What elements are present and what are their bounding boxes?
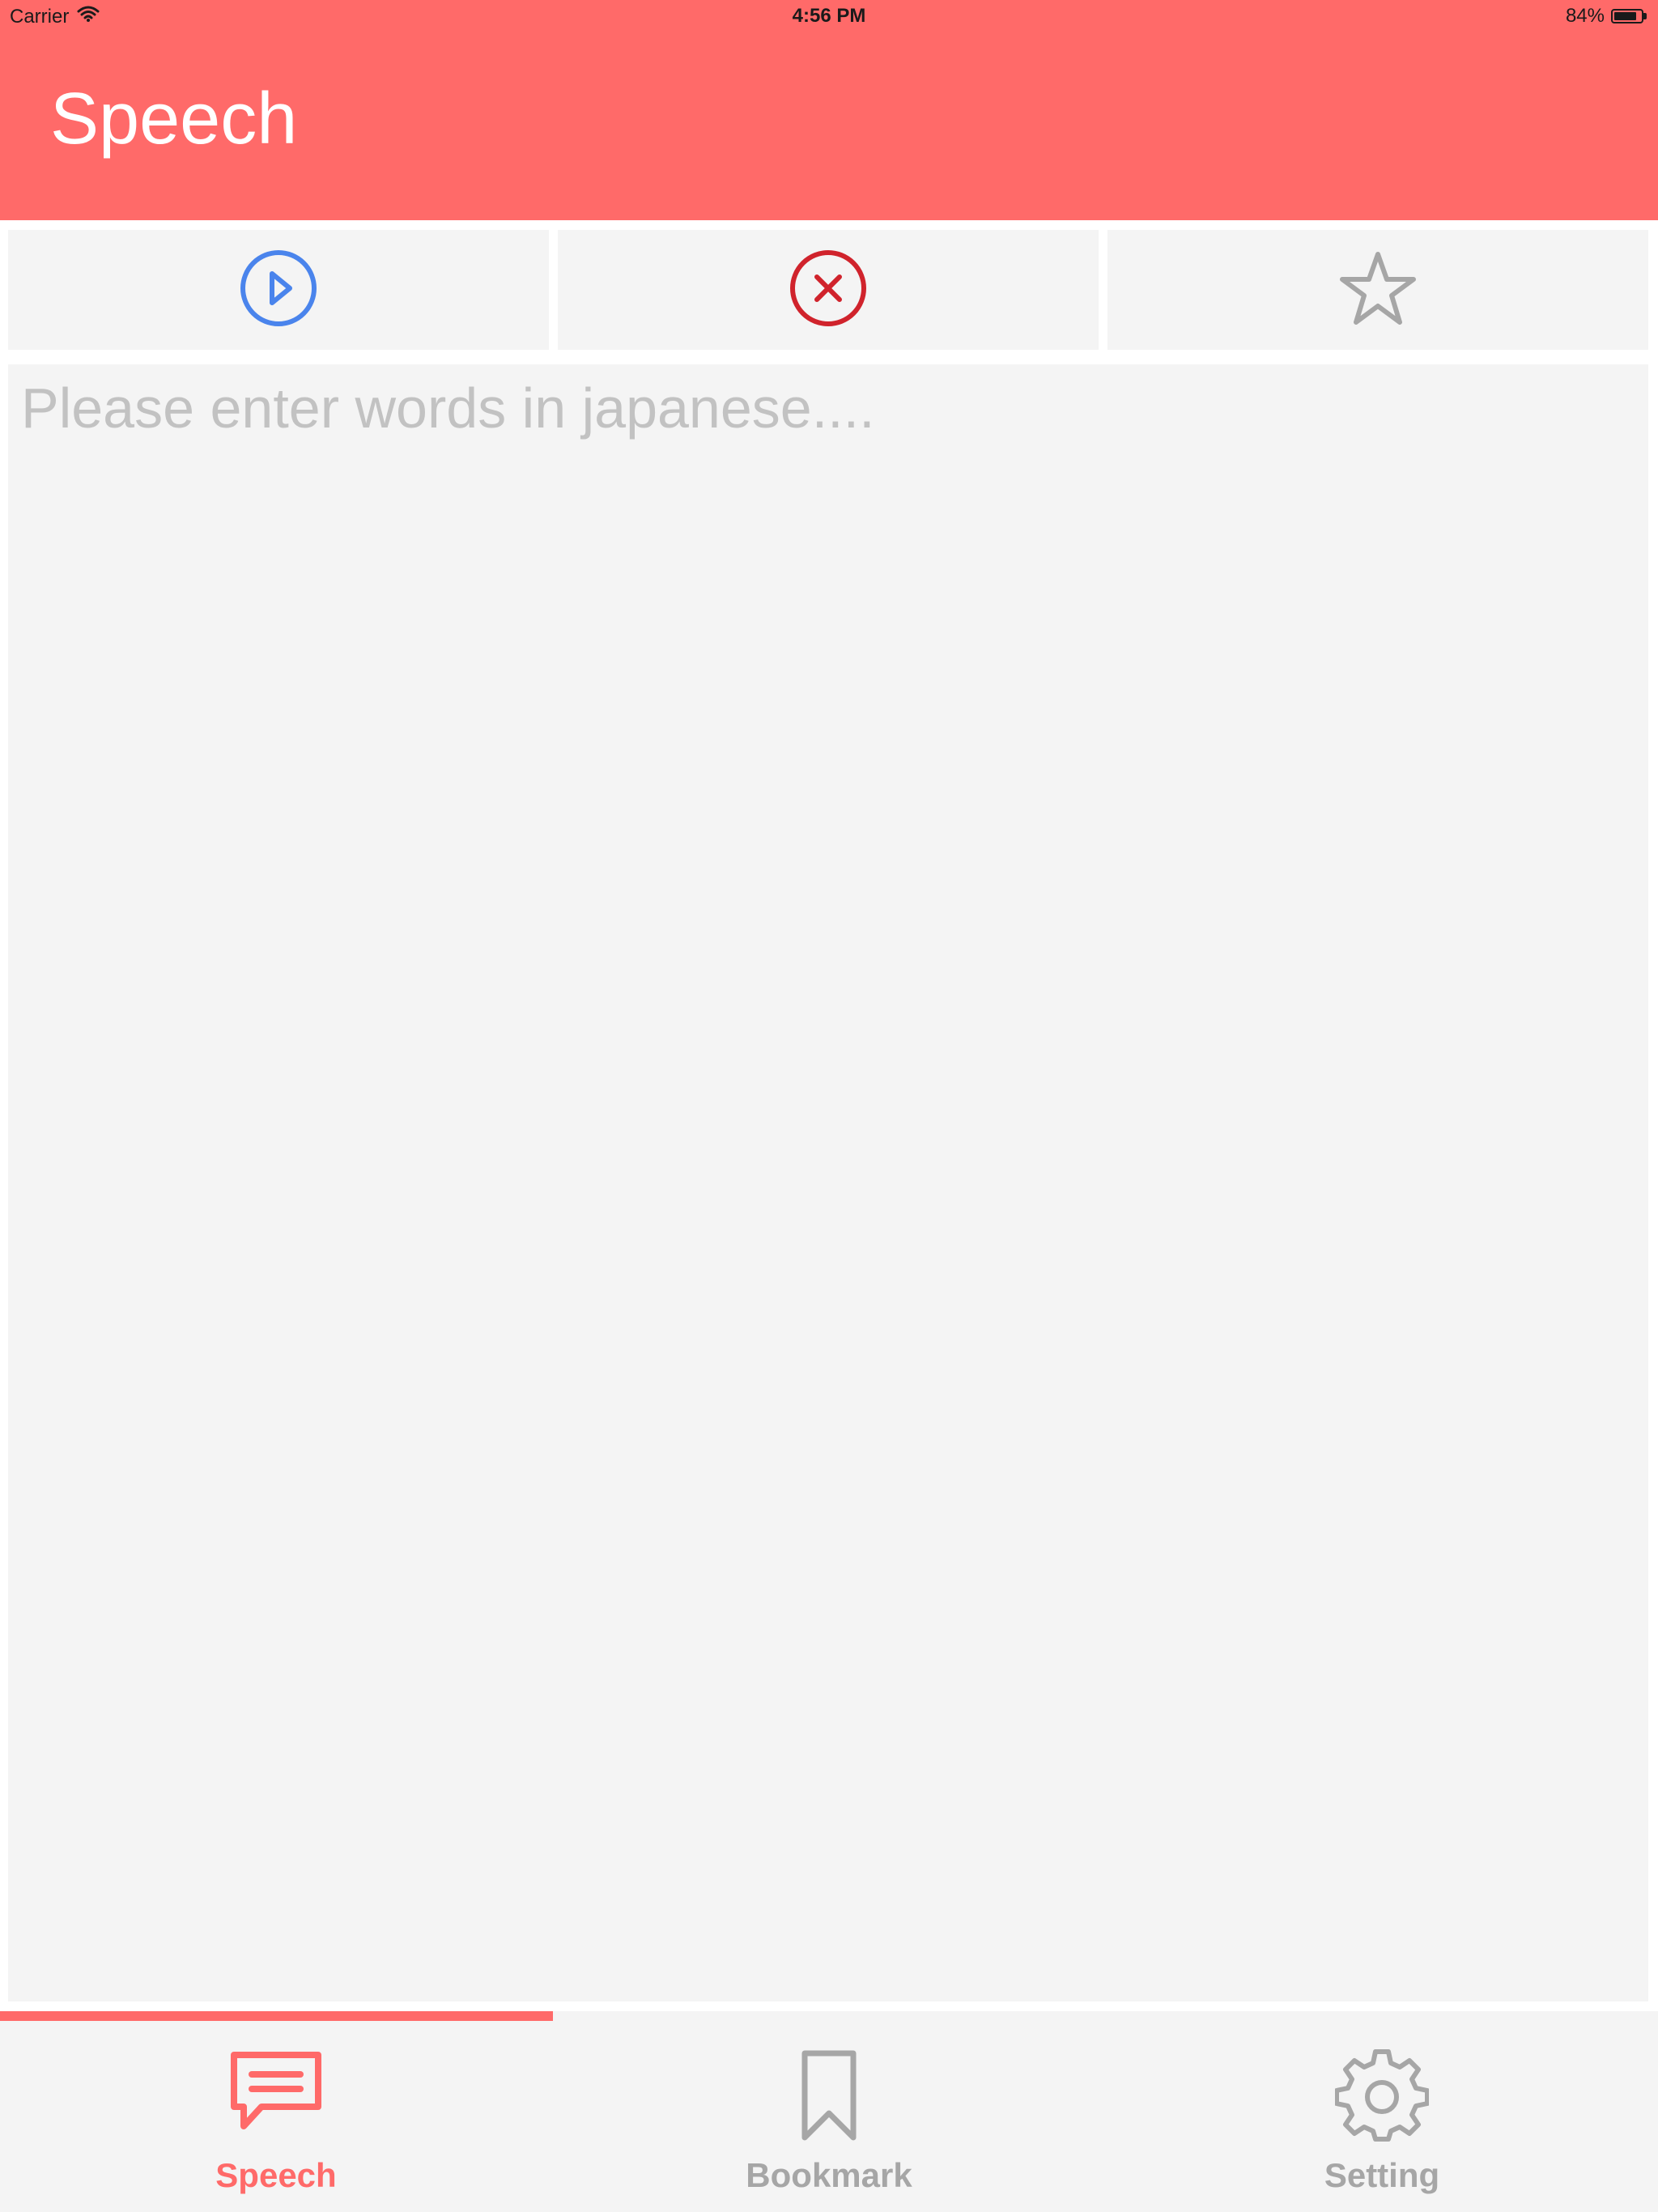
tab-speech-label: Speech (215, 2156, 337, 2194)
battery-percent: 84% (1565, 5, 1605, 27)
page-title: Speech (50, 79, 298, 160)
star-outline-icon (1339, 249, 1417, 331)
bookmark-icon (797, 2048, 861, 2148)
speech-bubble-icon (227, 2048, 325, 2142)
status-time: 4:56 PM (792, 5, 866, 27)
tab-bookmark[interactable]: Bookmark (553, 2021, 1105, 2212)
clear-button[interactable] (558, 230, 1099, 350)
action-toolbar (0, 220, 1658, 358)
tab-bar: Speech Bookmark Setting (0, 2011, 1658, 2212)
japanese-text-input[interactable] (8, 364, 1648, 2001)
bookmark-star-button[interactable] (1107, 230, 1648, 350)
tab-setting[interactable]: Setting (1106, 2021, 1658, 2212)
gear-icon (1334, 2048, 1430, 2146)
play-circle-icon (240, 249, 317, 331)
status-right: 84% (1566, 5, 1647, 28)
battery-icon (1611, 9, 1647, 23)
battery-level (1614, 12, 1636, 20)
play-button[interactable] (8, 230, 549, 350)
active-tab-indicator (0, 2011, 553, 2021)
close-circle-icon (789, 249, 867, 331)
text-editor (8, 364, 1648, 2001)
status-bar: Carrier 4:56 PM 84% (0, 0, 1658, 32)
tab-bookmark-label: Bookmark (746, 2156, 912, 2194)
tab-speech[interactable]: Speech (0, 2021, 552, 2212)
header-bar: Carrier 4:56 PM 84% Speech (0, 0, 1658, 220)
tab-setting-label: Setting (1324, 2156, 1440, 2194)
